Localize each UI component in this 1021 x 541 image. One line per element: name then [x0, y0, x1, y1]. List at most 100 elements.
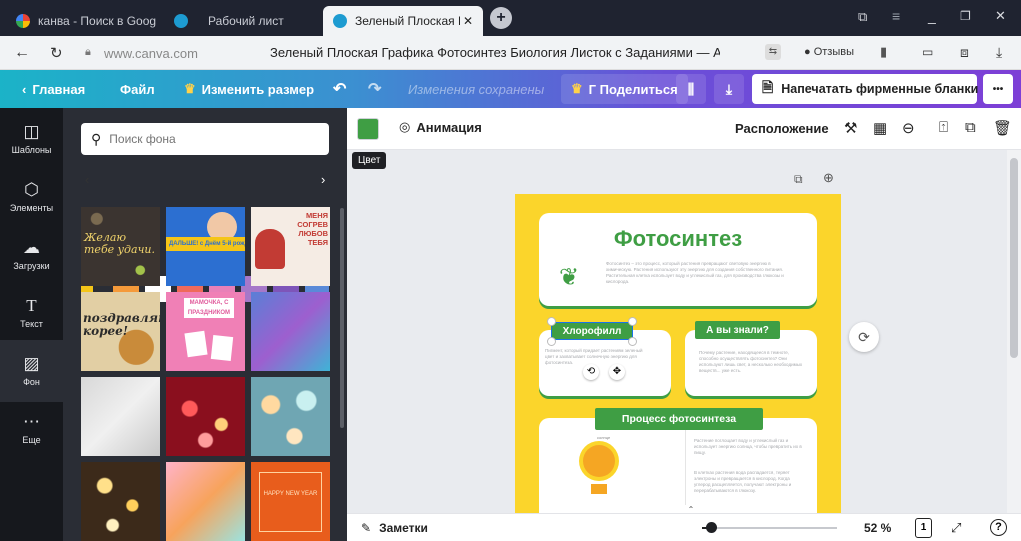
background-tile-10[interactable] [81, 462, 160, 541]
tab-google-search[interactable]: канва - Поиск в Google [6, 6, 156, 36]
help-icon[interactable]: ? [990, 519, 1007, 536]
crown-icon: ♛ [184, 81, 196, 96]
home-button[interactable]: ‹ Главная [22, 70, 85, 108]
resize-handle[interactable] [547, 337, 556, 346]
background-tile-11[interactable] [166, 462, 245, 541]
title-card[interactable]: Фотосинтез ❦ Фотосинтез – это процесс, к… [539, 213, 817, 306]
undo-button[interactable]: ↶ [333, 70, 346, 108]
process-text-1: Растение поглощает воду и углекислый газ… [694, 438, 802, 455]
rail-item-more[interactable]: ⋯ Еще [0, 398, 63, 460]
background-tile-1[interactable]: Желаю тебе удачи. [81, 207, 160, 286]
fill-color-button[interactable] [357, 118, 379, 140]
chlorophyll-pill-selected[interactable]: Хлорофилл [551, 322, 633, 340]
search-field[interactable]: ⚲ [81, 123, 329, 155]
notes-icon: ✎ [361, 521, 372, 535]
background-tile-4[interactable]: поздравляю корее! [81, 292, 160, 371]
rotate-icon[interactable]: ⟲ [583, 364, 599, 380]
rail-item-text[interactable]: T Текст [0, 282, 63, 344]
resize-handle[interactable] [547, 317, 556, 326]
background-tile-7[interactable] [81, 377, 160, 456]
process-card[interactable]: солнце Растение поглощает воду и углекис… [539, 418, 817, 513]
link-icon[interactable]: ⊖ [902, 119, 915, 137]
did-you-know-pill[interactable]: А вы знали? [695, 321, 780, 339]
layout-icon: ◫ [23, 122, 40, 141]
process-pill[interactable]: Процесс фотосинтеза [595, 408, 763, 430]
zoom-slider[interactable] [702, 527, 837, 529]
panel-scrollbar[interactable] [340, 208, 344, 428]
resize-handle[interactable] [628, 337, 637, 346]
trash-icon[interactable]: 🗑︎ [993, 119, 1012, 137]
background-tile-9[interactable] [251, 377, 330, 456]
rail-item-uploads[interactable]: ☁ Загрузки [0, 224, 63, 286]
back-icon[interactable]: ← [14, 44, 30, 62]
position-button[interactable]: Расположение [735, 121, 829, 136]
rail-item-background[interactable]: ▨ Фон [0, 340, 63, 402]
fullscreen-icon[interactable]: ⤢ [951, 520, 961, 536]
search-input[interactable] [109, 132, 310, 146]
insights-button[interactable]: ⫼ [676, 74, 706, 104]
google-icon [16, 14, 30, 28]
new-tab-button[interactable]: + [490, 7, 512, 29]
color-tooltip: Цвет [352, 152, 387, 169]
rail-label: Текст [20, 319, 43, 329]
more-options-button[interactable]: ••• [983, 74, 1013, 104]
rail-item-templates[interactable]: ◫ Шаблоны [0, 108, 63, 170]
duplicate-icon[interactable]: ⧉ [965, 119, 976, 136]
add-page-icon[interactable]: ⊕ [823, 170, 834, 186]
zoom-level[interactable]: 52 % [864, 521, 891, 535]
tab-worksheet[interactable]: Рабочий лист [164, 6, 314, 36]
share-button[interactable]: ♛ Г Поделиться [561, 74, 688, 104]
canvas-scrollbar[interactable] [1007, 150, 1021, 513]
more-icon: ⋯ [23, 412, 40, 431]
reload-icon[interactable]: ↻ [50, 44, 63, 62]
canva-icon [333, 14, 347, 28]
restore-icon[interactable]: ❐ [960, 9, 971, 23]
print-document-icon: 🗎︎ [762, 79, 774, 95]
print-button[interactable]: 🗎︎ Напечатать фирменные бланки [752, 74, 978, 104]
move-icon[interactable]: ✥ [609, 364, 625, 380]
chevron-right-icon[interactable]: › [321, 172, 325, 187]
resize-button[interactable]: ♛ Изменить размер [184, 70, 314, 108]
divider [685, 424, 686, 513]
background-tile-12[interactable]: HAPPY NEW YEAR [251, 462, 330, 541]
canvas-footer: ✎ Заметки 52 % 1 ⤢ ? [347, 513, 1021, 541]
show-pages-button[interactable]: ⌃ [667, 505, 715, 513]
redo-button[interactable]: ↷ [368, 70, 381, 108]
copy-page-icon[interactable]: ⧉ [794, 172, 803, 187]
transparency-icon[interactable]: ▦ [873, 119, 887, 137]
background-tile-2[interactable]: ДАЛЬШЕ! с Днём 5-й рождения [166, 207, 245, 286]
upload-icon: ☁ [23, 238, 40, 257]
url-field[interactable]: www.canva.com [104, 46, 198, 61]
copy-style-icon[interactable]: ⚒ [844, 119, 857, 137]
rail-item-elements[interactable]: ⬡ Элементы [0, 166, 63, 228]
bookmark-icon[interactable]: ▮ [880, 44, 887, 60]
background-tile-5[interactable]: МАМОЧКА, С ПРАЗДНИКОМ [166, 292, 245, 371]
background-tile-8[interactable] [166, 377, 245, 456]
feedback-button[interactable]: ● Отзывы [804, 46, 854, 58]
file-menu-button[interactable]: Файл [120, 70, 155, 108]
did-you-know-card[interactable]: Почему растение, находящееся в темноте, … [685, 330, 817, 396]
animation-button[interactable]: ◎ Анимация [399, 119, 482, 135]
chevron-left-icon[interactable]: ‹ [85, 172, 89, 187]
refresh-suggestion-icon[interactable]: ⟳ [849, 322, 879, 352]
resize-handle[interactable] [628, 317, 637, 326]
collections-icon[interactable]: ⧉ [858, 9, 867, 25]
tab-active-document[interactable]: Зеленый Плоская Граф ✕ [323, 6, 483, 36]
lock-icon[interactable]: ⍐ [939, 119, 948, 136]
minimize-icon[interactable]: _ [928, 8, 936, 24]
download-icon[interactable]: ⤓ [996, 44, 1002, 61]
rail-label: Шаблоны [11, 145, 52, 155]
menu-icon[interactable]: ≡ [892, 8, 900, 24]
browser-tab-bar: канва - Поиск в Google Рабочий лист Зеле… [0, 0, 1021, 36]
document-page[interactable]: Фотосинтез ❦ Фотосинтез – это процесс, к… [515, 194, 841, 513]
page-count-button[interactable]: 1 [915, 518, 932, 538]
translate-icon[interactable]: ⇆ [765, 44, 781, 60]
extension-icon[interactable]: ⧈ [960, 44, 969, 61]
download-button[interactable]: ⤓ [714, 74, 744, 104]
background-tile-6[interactable] [251, 292, 330, 371]
zoom-slider-handle[interactable] [706, 522, 717, 533]
notes-button[interactable]: ✎ Заметки [361, 521, 428, 535]
close-tab-icon[interactable]: ✕ [463, 14, 473, 28]
close-window-icon[interactable]: ✕ [995, 8, 1006, 24]
background-tile-3[interactable]: МЕНЯ СОГРЕВ ЛЮБОВ ТЕБЯ [251, 207, 330, 286]
